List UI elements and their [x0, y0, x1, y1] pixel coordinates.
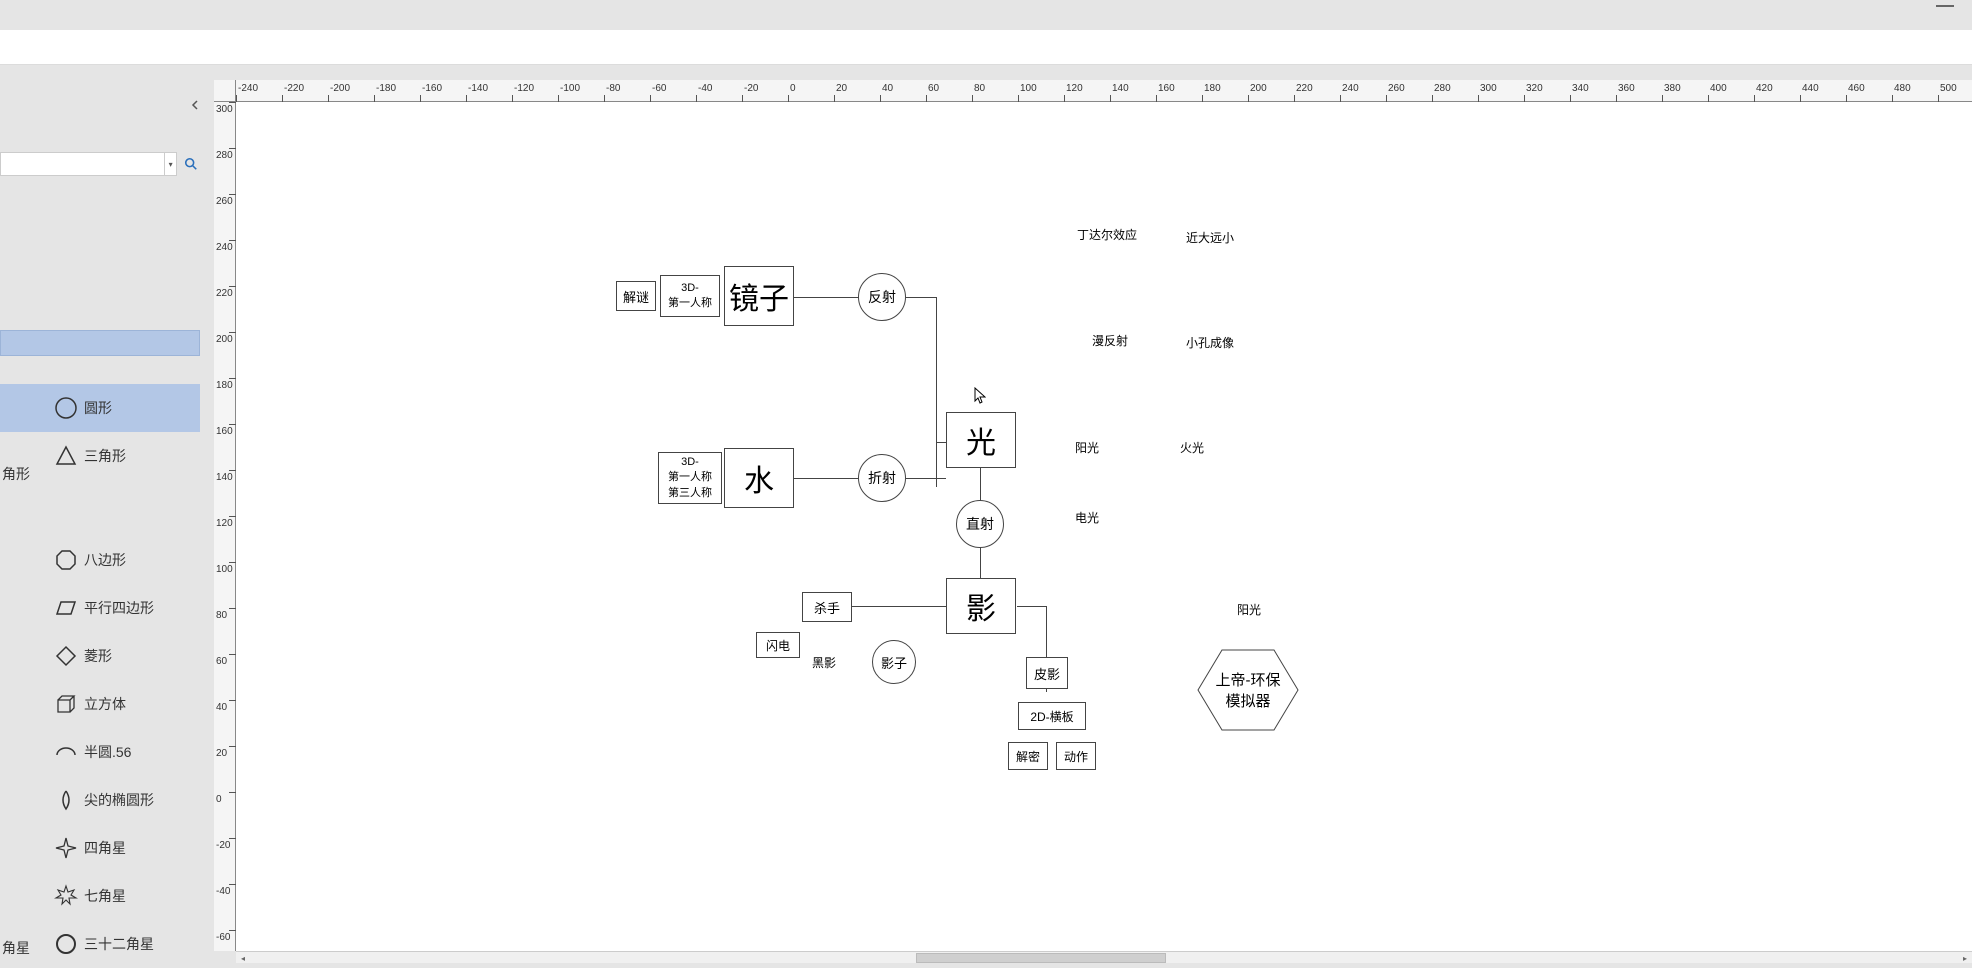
connector[interactable]: [1017, 606, 1047, 607]
canvas[interactable]: 解谜 3D- 第一人称 镜子 反射 3D- 第一人称 第三人称 水 折射 光 直…: [236, 102, 1972, 951]
shape-item-label: 三十二角星: [84, 934, 154, 954]
connector[interactable]: [794, 478, 859, 479]
connector[interactable]: [936, 297, 937, 487]
shape-item-label: 七角星: [84, 886, 126, 906]
connector[interactable]: [906, 297, 936, 298]
four-star-icon: [54, 836, 78, 860]
diagram-node-yangguang2[interactable]: 阳光: [1226, 586, 1272, 632]
shape-item-marquise[interactable]: 尖的椭圆形: [0, 776, 200, 824]
title-bar: [0, 0, 1972, 30]
diagram-node-jindayuanxiao[interactable]: 近大远小: [1181, 208, 1239, 266]
diagram-node-manfanshe[interactable]: 漫反射: [1086, 316, 1134, 364]
diagram-node-huoguang[interactable]: 火光: [1171, 426, 1213, 468]
shape-item-label: 尖的椭圆形: [84, 790, 154, 810]
search-dropdown-button[interactable]: ▾: [165, 152, 177, 176]
shape-item-parallelogram[interactable]: 平行四边形: [0, 584, 200, 632]
diagram-node-guang[interactable]: 光: [946, 412, 1016, 468]
scrollbar-thumb[interactable]: [916, 953, 1166, 963]
diagram-node-dongzuo[interactable]: 动作: [1056, 742, 1096, 770]
parallelogram-icon: [54, 596, 78, 620]
shape-item-label: 圆形: [84, 398, 112, 418]
diagram-node-ying[interactable]: 影: [946, 578, 1016, 634]
horizontal-ruler: -240-220-200-180-160-140-120-100-80-60-4…: [236, 80, 1972, 102]
thirtytwo-star-icon: [54, 932, 78, 956]
shape-search-row: ▾: [0, 150, 200, 178]
connector[interactable]: [906, 478, 946, 479]
diagram-node-3d-firstperson[interactable]: 3D- 第一人称: [660, 275, 720, 317]
diagram-node-yangguang[interactable]: 阳光: [1066, 426, 1108, 468]
shape-item-label: 半圆.56: [84, 742, 131, 762]
diagram-node-jiemi[interactable]: 解谜: [616, 281, 656, 311]
shape-item-label: 三角形: [84, 446, 126, 466]
scroll-right-button[interactable]: ▸: [1958, 952, 1972, 964]
cube-icon: [54, 692, 78, 716]
shape-item-triangle[interactable]: 三角形: [0, 432, 200, 480]
shape-item-label: 立方体: [84, 694, 126, 714]
shape-item-semicircle[interactable]: 半圆.56: [0, 728, 200, 776]
shape-item-cube[interactable]: 立方体: [0, 680, 200, 728]
diagram-node-zheshe[interactable]: 折射: [858, 454, 906, 502]
search-icon: [184, 157, 198, 171]
connector[interactable]: [936, 442, 946, 443]
diagram-node-dianguang[interactable]: 电光: [1066, 496, 1108, 538]
diagram-node-zhishe[interactable]: 直射: [956, 500, 1004, 548]
semicircle-icon: [54, 740, 78, 764]
shape-item-7star[interactable]: 七角星: [0, 872, 200, 920]
shape-item-32star[interactable]: 三十二角星: [0, 920, 200, 968]
diagram-node-fanshe[interactable]: 反射: [858, 273, 906, 321]
shape-item-label: 四角星: [84, 838, 126, 858]
shape-item-circle[interactable]: 圆形: [0, 384, 200, 432]
scroll-left-button[interactable]: ◂: [236, 952, 250, 964]
shape-item-label: 平行四边形: [84, 598, 154, 618]
diagram-node-shashou[interactable]: 杀手: [802, 592, 852, 622]
ribbon-bar: [0, 30, 1972, 65]
shape-item-octagon[interactable]: 八边形: [0, 536, 200, 584]
diagram-node-shandian[interactable]: 闪电: [756, 632, 800, 658]
mouse-cursor-icon: [974, 387, 986, 405]
diagram-node-yingzi[interactable]: 影子: [872, 640, 916, 684]
connector[interactable]: [852, 606, 946, 607]
diagram-node-jiemic[interactable]: 解密: [1008, 742, 1048, 770]
diagram-node-piying[interactable]: 皮影: [1026, 657, 1068, 689]
partial-shape-label-bottom: 角星: [2, 938, 30, 958]
shape-item-label: 菱形: [84, 646, 112, 666]
ruler-corner: [214, 80, 236, 102]
octagon-icon: [54, 548, 78, 572]
shape-item-4star[interactable]: 四角星: [0, 824, 200, 872]
diagram-node-shui[interactable]: 水: [724, 448, 794, 508]
search-button[interactable]: [181, 153, 200, 175]
minimize-button[interactable]: [1936, 5, 1954, 7]
diagram-node-shangdi[interactable]: 上帝-环保 模拟器: [1196, 648, 1300, 732]
seven-star-icon: [54, 884, 78, 908]
drawing-page[interactable]: 解谜 3D- 第一人称 镜子 反射 3D- 第一人称 第三人称 水 折射 光 直…: [236, 102, 1972, 951]
diagram-node-3d-fptp[interactable]: 3D- 第一人称 第三人称: [658, 452, 722, 504]
marquise-icon: [54, 788, 78, 812]
shape-item-rhombus[interactable]: 菱形: [0, 632, 200, 680]
rhombus-icon: [54, 644, 78, 668]
triangle-icon: [54, 444, 78, 468]
diagram-node-dingdaer[interactable]: 丁达尔效应: [1078, 205, 1136, 263]
panel-collapse-chevron[interactable]: [190, 100, 200, 113]
diagram-node-2dhb[interactable]: 2D-横板: [1018, 702, 1086, 730]
diagram-node-xiaokong[interactable]: 小孔成像: [1181, 313, 1239, 371]
horizontal-scrollbar[interactable]: ◂ ▸: [236, 951, 1972, 963]
diagram-node-heiying[interactable]: 黑影: [806, 644, 842, 680]
shapes-category-header[interactable]: [0, 330, 200, 356]
vertical-ruler: 3002802602402202001801601401201008060402…: [214, 102, 236, 951]
shape-item-label: 八边形: [84, 550, 126, 570]
connector[interactable]: [980, 542, 981, 582]
connector[interactable]: [794, 297, 859, 298]
shape-search-input[interactable]: [0, 152, 165, 176]
diagram-node-jingzi[interactable]: 镜子: [724, 266, 794, 326]
circle-icon: [54, 396, 78, 420]
shapes-sidebar: 角形 圆形 三角形 八边形 平行四边形 菱形 立方体 半圆.56 尖的椭圆形 四…: [0, 330, 200, 963]
